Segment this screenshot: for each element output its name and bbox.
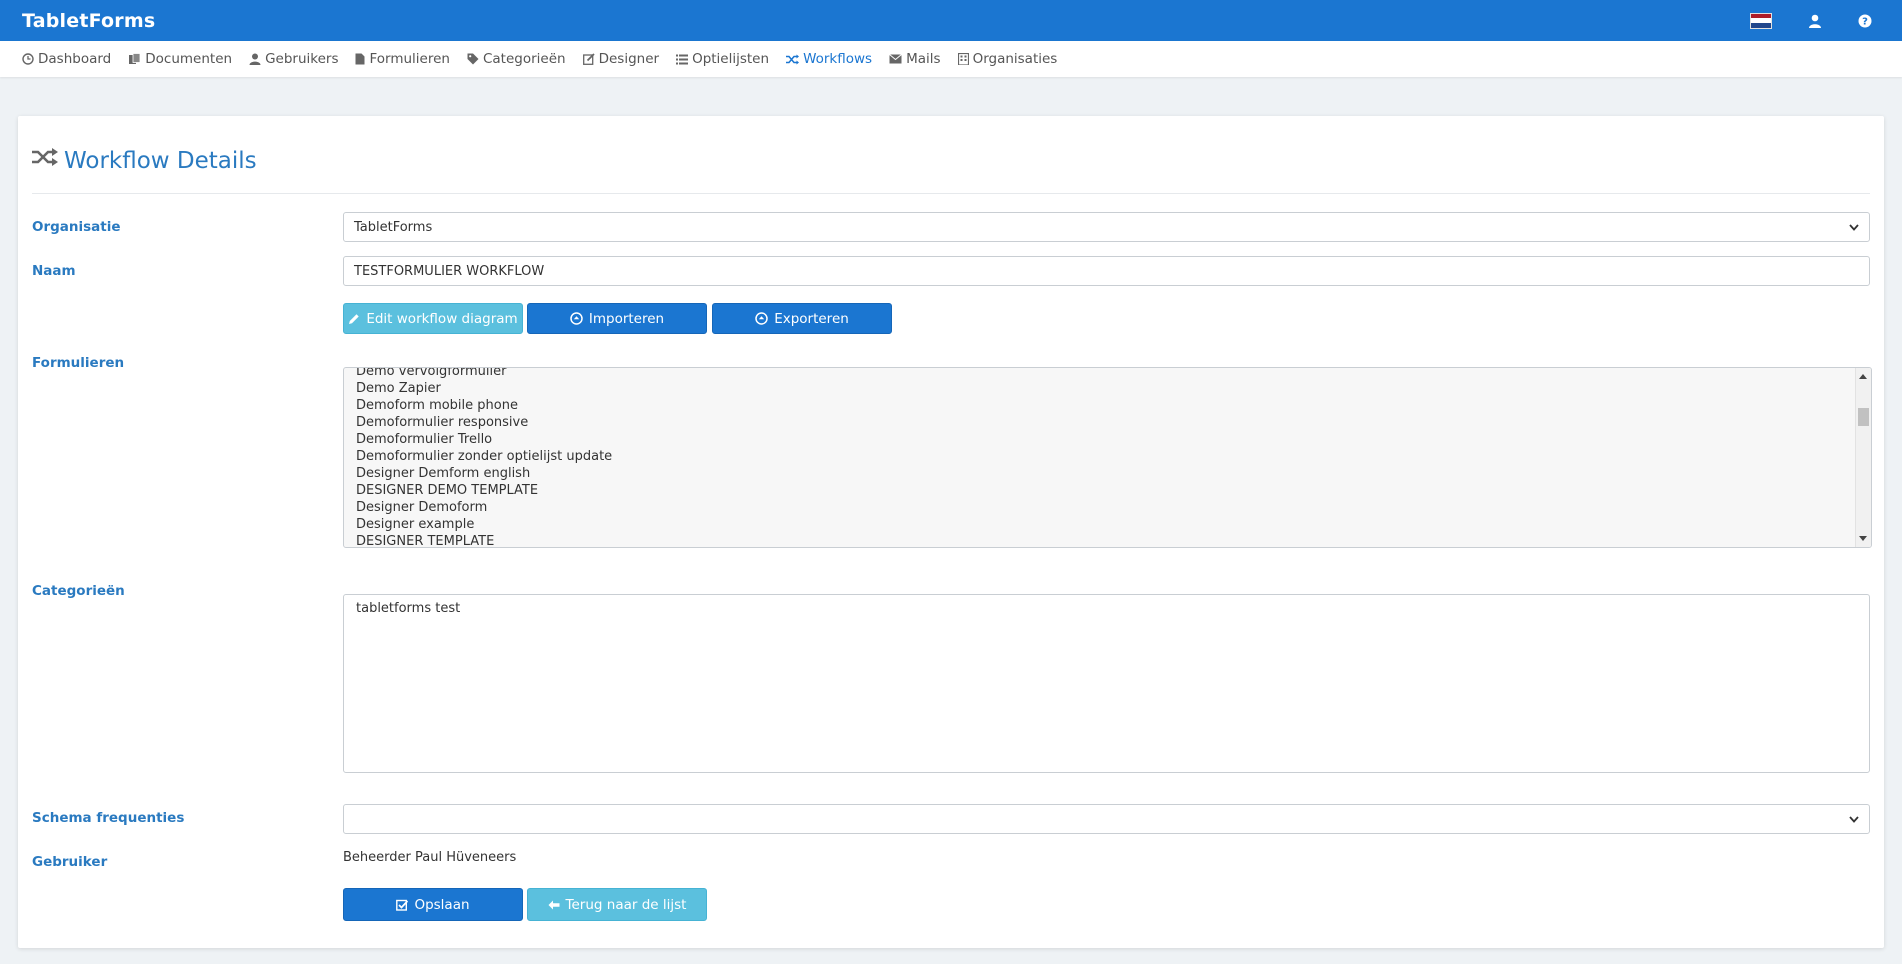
shuffle-icon [786,54,800,64]
edit-workflow-diagram-label: Edit workflow diagram [366,310,518,327]
organisatie-select[interactable]: TabletForms [343,212,1870,242]
nav-label: Dashboard [38,51,112,67]
circle-arrow-icon [755,312,768,325]
list-item[interactable]: Demo Zapier [356,380,612,397]
listbox-scrollbar[interactable] [1855,368,1871,547]
list-item[interactable]: DESIGNER TEMPLATE [356,533,612,547]
chevron-down-icon [1849,223,1859,231]
organisatie-value: TabletForms [354,219,433,235]
category-item[interactable]: tabletforms test [356,601,1857,616]
formulieren-label: Formulieren [32,355,125,371]
nav-documenten[interactable]: Documenten [128,51,232,67]
nav-optielijsten[interactable]: Optielijsten [676,51,769,67]
workflow-details-card: Workflow Details Organisatie TabletForms… [18,116,1884,948]
list-item[interactable]: Designer Demform english [356,465,612,482]
check-square-icon [396,899,409,911]
nav-dashboard[interactable]: Dashboard [22,51,111,67]
formulieren-items: Demo vervolgformulier Demo Zapier Demofo… [356,368,612,547]
list-item[interactable]: Designer Demoform [356,499,612,516]
list-item[interactable]: Demoformulier Trello [356,431,612,448]
list-item[interactable]: Demoform mobile phone [356,397,612,414]
tag-icon [467,53,479,65]
page-title: Workflow Details [32,148,257,174]
nav-label: Designer [598,51,660,67]
nav-label: Categorieën [482,51,566,67]
app-title[interactable]: TabletForms [22,10,155,32]
documents-icon [129,53,141,64]
naam-label: Naam [32,263,76,279]
pencil-icon [349,313,360,324]
list-icon [676,54,689,64]
mail-icon [889,54,902,64]
arrow-left-icon [548,900,560,909]
naam-value: TESTFORMULIER WORKFLOW [354,263,545,279]
chevron-down-icon [1849,815,1859,823]
building-icon [957,53,969,65]
circle-arrow-icon [570,312,583,325]
back-to-list-label: Terug naar de lijst [565,896,687,913]
organisatie-label: Organisatie [32,219,121,235]
schema-frequenties-label: Schema frequenties [32,810,185,826]
import-label: Importeren [588,310,665,327]
scroll-thumb[interactable] [1858,408,1869,426]
nav-label: Workflows [803,51,873,67]
schema-frequenties-select[interactable] [343,804,1870,834]
nav-label: Organisaties [972,51,1058,67]
shuffle-icon [32,148,58,166]
title-divider [32,193,1870,194]
clock-icon [22,53,34,65]
nav-organisaties[interactable]: Organisaties [957,51,1058,67]
list-item[interactable]: Demoformulier responsive [356,414,612,431]
back-to-list-button[interactable]: Terug naar de lijst [527,888,707,921]
edit-workflow-diagram-button[interactable]: Edit workflow diagram [343,303,523,334]
nav-categorieen[interactable]: Categorieën [467,51,566,67]
scroll-down-icon[interactable] [1859,536,1867,541]
nav-label: Formulieren [369,51,450,67]
list-item[interactable]: DESIGNER DEMO TEMPLATE [356,482,612,499]
save-label: Opslaan [414,896,470,913]
nav-label: Documenten [145,51,233,67]
nav-mails[interactable]: Mails [889,51,941,67]
list-item[interactable]: Designer example [356,516,612,533]
export-button[interactable]: Exporteren [712,303,892,334]
gebruiker-label: Gebruiker [32,854,108,870]
export-label: Exporteren [774,310,849,327]
file-icon [355,53,365,65]
list-item[interactable]: Demo vervolgformulier [356,368,612,380]
svg-text:?: ? [1862,16,1868,27]
nav-workflows[interactable]: Workflows [786,51,872,67]
main-nav: Dashboard Documenten Gebruikers Formulie… [0,41,1902,77]
user-icon [249,53,261,65]
top-icons: ? [1750,12,1880,29]
user-icon[interactable] [1808,14,1822,28]
gebruiker-value: Beheerder Paul Hüveneers [343,850,517,865]
nav-designer[interactable]: Designer [582,51,660,67]
edit-icon [582,53,595,65]
nav-label: Gebruikers [265,51,339,67]
list-item[interactable]: Demoformulier zonder optielijst update [356,448,612,465]
categorieen-label: Categorieën [32,583,125,599]
language-flag-icon[interactable] [1750,12,1772,29]
nav-formulieren[interactable]: Formulieren [355,51,450,67]
categorieen-box[interactable]: tabletforms test [343,594,1870,773]
import-button[interactable]: Importeren [527,303,707,334]
formulieren-listbox[interactable]: Demo vervolgformulier Demo Zapier Demofo… [343,367,1872,548]
nav-gebruikers[interactable]: Gebruikers [249,51,338,67]
help-icon[interactable]: ? [1858,14,1872,28]
top-bar: TabletForms ? [0,0,1902,41]
naam-input[interactable]: TESTFORMULIER WORKFLOW [343,256,1870,286]
nav-label: Mails [906,51,941,67]
nav-label: Optielijsten [692,51,770,67]
save-button[interactable]: Opslaan [343,888,523,921]
scroll-up-icon[interactable] [1859,374,1867,379]
page-title-text: Workflow Details [64,148,257,174]
